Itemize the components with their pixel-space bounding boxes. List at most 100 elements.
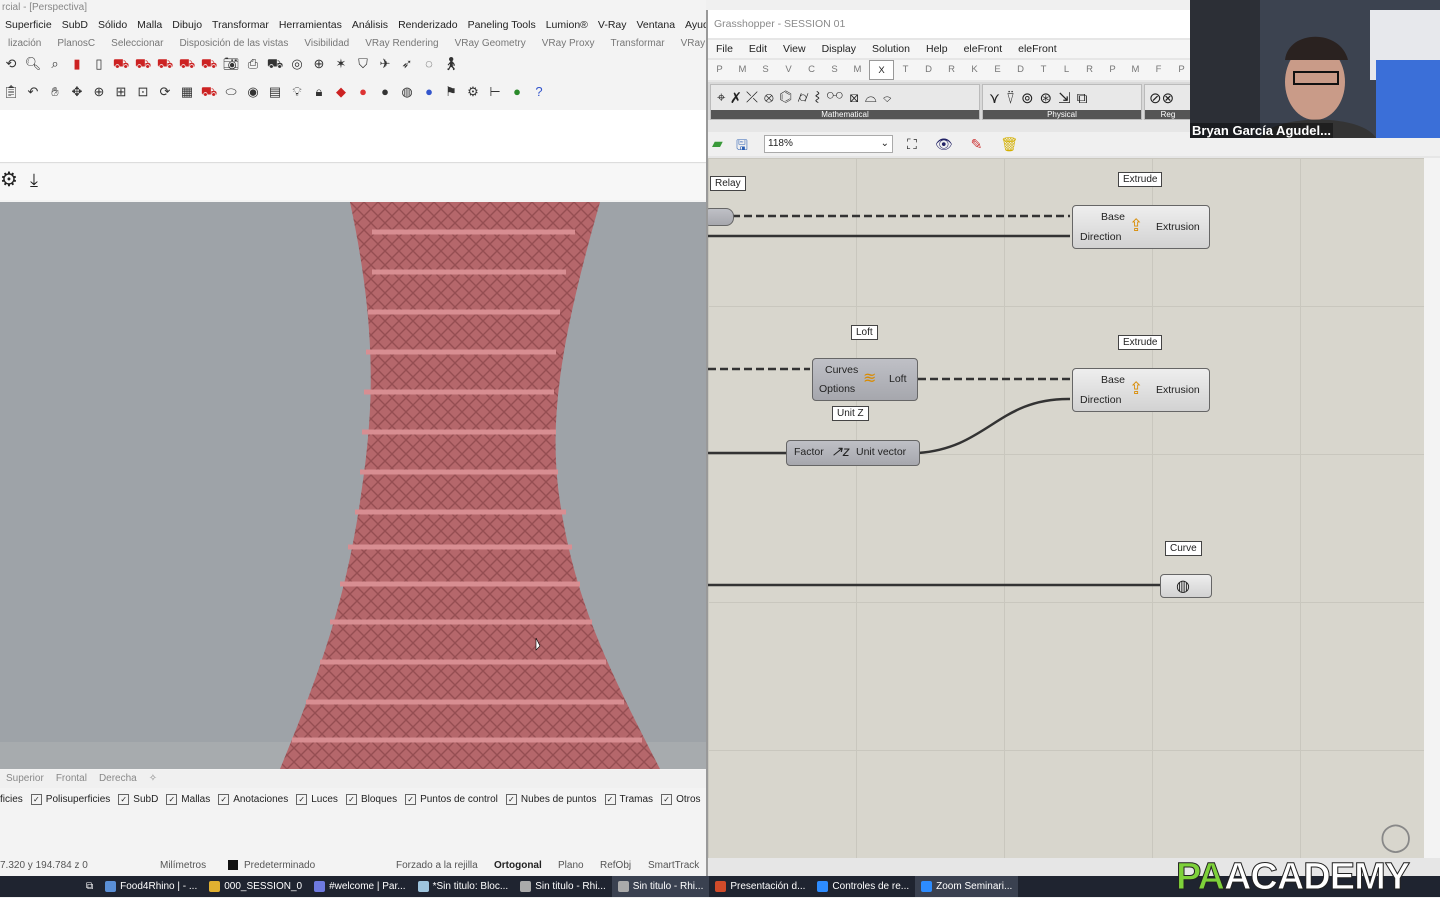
category-tab[interactable]: R: [940, 60, 963, 80]
category-tab[interactable]: P: [708, 60, 731, 80]
grid-snap-toggle[interactable]: Forzado a la rejilla: [396, 860, 494, 871]
sketch-pen-icon[interactable]: ✎: [971, 136, 983, 153]
menu-transformar[interactable]: Transformar: [207, 16, 274, 34]
camera-target-icon[interactable]: ◉: [244, 83, 262, 101]
checkbox-icon[interactable]: ✓: [604, 793, 616, 805]
checkbox-icon[interactable]: ✓: [218, 793, 230, 805]
menu-dibujo[interactable]: Dibujo: [167, 16, 207, 34]
camera-icon[interactable]: 📷︎: [222, 55, 240, 73]
checkbox-icon[interactable]: ✓: [166, 793, 178, 805]
gh-menu-solution[interactable]: Solution: [864, 40, 918, 58]
checkbox-icon[interactable]: ✓: [661, 793, 673, 805]
extrusion-output[interactable]: Extrusion: [1156, 221, 1200, 233]
tab-seleccionar[interactable]: Seleccionar: [103, 36, 171, 52]
smarttrack-toggle[interactable]: SmartTrack: [648, 860, 699, 871]
tab-visualizacion[interactable]: lización: [0, 36, 49, 52]
filter-anotaciones[interactable]: ✓ Anotaciones: [218, 793, 288, 805]
material-icon[interactable]: ◆: [332, 83, 350, 101]
extrusion-output[interactable]: Extrusion: [1156, 384, 1200, 396]
category-tab[interactable]: T: [1032, 60, 1055, 80]
truck-icon[interactable]: ⛟: [266, 55, 284, 73]
move-icon[interactable]: ✥: [68, 83, 86, 101]
light-icon[interactable]: ✶: [332, 55, 350, 73]
curve-param[interactable]: ◍: [1160, 574, 1212, 598]
panel-physical[interactable]: ⋎⍢⊚⊛⇲⧉ Physical: [982, 84, 1142, 120]
shield-icon[interactable]: ⛉: [354, 55, 372, 73]
gh-menu-edit[interactable]: Edit: [741, 40, 775, 58]
panel-mathematical[interactable]: ⌖✗⤫⊗⌬⌭⌇⚯⊠⌓⌔ Mathematical: [710, 84, 980, 120]
loft-component[interactable]: Curves Options ≋ Loft: [812, 358, 918, 401]
environment-icon[interactable]: ◍: [398, 83, 416, 101]
viewport-tab-frontal[interactable]: Frontal: [50, 770, 93, 788]
tab-planosc[interactable]: PlanosC: [49, 36, 103, 52]
category-tab[interactable]: R: [1078, 60, 1101, 80]
blue-sphere-icon[interactable]: ●: [420, 83, 438, 101]
command-area[interactable]: [0, 110, 706, 163]
category-tab[interactable]: C: [800, 60, 823, 80]
category-tab[interactable]: L: [1055, 60, 1078, 80]
zoom-extents-icon[interactable]: ⊞: [112, 83, 130, 101]
chevron-down-icon[interactable]: ⌄: [881, 136, 889, 152]
extrude-component-1[interactable]: Base Direction ⇪ Extrusion: [1072, 205, 1210, 249]
category-tab[interactable]: M: [731, 60, 754, 80]
viewport-tab-superior[interactable]: Superior: [0, 770, 50, 788]
task-view-icon[interactable]: ⧉: [80, 876, 99, 897]
menu-lumion[interactable]: Lumion®: [541, 16, 593, 34]
filter-bloques[interactable]: ✓ Bloques: [345, 793, 397, 805]
render-sphere-icon[interactable]: ●: [376, 83, 394, 101]
menu-vray[interactable]: V-Ray: [593, 16, 632, 34]
curves-input[interactable]: Curves: [825, 364, 858, 376]
category-tab[interactable]: D: [1009, 60, 1032, 80]
category-tab[interactable]: V: [777, 60, 800, 80]
menu-superficie[interactable]: Superficie: [0, 16, 57, 34]
gh-menu-file[interactable]: File: [708, 40, 741, 58]
taskbar-item-rhino-1[interactable]: Sin titulo - Rhi...: [514, 876, 612, 897]
bulb-icon[interactable]: 💡︎: [288, 83, 306, 101]
base-input[interactable]: Base: [1101, 374, 1125, 386]
filter-nubes-puntos[interactable]: ✓ Nubes de puntos: [505, 793, 597, 805]
tab-vray-rendering[interactable]: VRay Rendering: [357, 36, 446, 52]
category-tab[interactable]: E: [986, 60, 1009, 80]
taskbar-item-discord[interactable]: #welcome | Par...: [308, 876, 412, 897]
category-tab[interactable]: P: [1101, 60, 1124, 80]
filter-puntos-control[interactable]: ✓ Puntos de control: [405, 793, 498, 805]
math-components-icon[interactable]: ⌖✗⤫⊗⌬⌭⌇⚯⊠⌓⌔: [717, 89, 898, 106]
taskbar-item-rhino-2[interactable]: Sin titulo - Rhi...: [611, 876, 710, 897]
category-tab[interactable]: S: [823, 60, 846, 80]
color-wheel-icon[interactable]: ●: [354, 83, 372, 101]
taskbar-item-notepad[interactable]: *Sin titulo: Bloc...: [412, 876, 515, 897]
zoom-in-icon[interactable]: ⊕: [90, 83, 108, 101]
checkbox-icon[interactable]: ✓: [405, 793, 417, 805]
menu-renderizado[interactable]: Renderizado: [393, 16, 463, 34]
unit-z-component[interactable]: Factor ↗z Unit vector: [786, 440, 920, 466]
factor-input[interactable]: Factor: [794, 446, 824, 458]
cplane-icon[interactable]: ⬭: [222, 83, 240, 101]
checkbox-icon[interactable]: ✓: [505, 793, 517, 805]
print-icon[interactable]: ⎙: [244, 55, 262, 73]
zoom-selected-icon[interactable]: ⊡: [134, 83, 152, 101]
filter-luces[interactable]: ✓ Luces: [296, 793, 338, 805]
car-icon-3[interactable]: ⛟: [156, 55, 174, 73]
filter-polisuperficies[interactable]: ✓ Polisuperficies: [30, 793, 110, 805]
checkbox-icon[interactable]: ✓: [118, 793, 130, 805]
menu-subd[interactable]: SubD: [57, 16, 93, 34]
menu-solido[interactable]: Sólido: [93, 16, 132, 34]
export-icon[interactable]: ⤓: [30, 170, 38, 190]
taskbar-item-zoom-seminar[interactable]: Zoom Seminari...: [915, 876, 1019, 897]
panel-reg[interactable]: ⊘⊗ Reg: [1144, 84, 1192, 120]
filter-subd[interactable]: ✓ SubD: [118, 793, 158, 805]
menu-malla[interactable]: Malla: [132, 16, 167, 34]
reg-components-icon[interactable]: ⊘⊗: [1149, 89, 1174, 107]
tab-vray-proxy[interactable]: VRay Proxy: [534, 36, 603, 52]
arrow-icon[interactable]: ➶: [398, 55, 416, 73]
zoom-level-field[interactable]: 118% ⌄: [764, 135, 893, 153]
menu-ayuda[interactable]: Ayuda: [680, 16, 706, 34]
filter-tramas[interactable]: ✓ Tramas: [604, 793, 653, 805]
unit-vector-output[interactable]: Unit vector: [856, 446, 906, 458]
dimension-icon[interactable]: ⊢: [486, 83, 504, 101]
zoom-extents-icon[interactable]: ⛶: [907, 136, 917, 153]
save-icon[interactable]: 🖫︎: [736, 135, 748, 159]
checkbox-icon[interactable]: ✓: [296, 793, 308, 805]
gh-menu-display[interactable]: Display: [814, 40, 864, 58]
viewport-layout-icon[interactable]: ▦: [178, 83, 196, 101]
